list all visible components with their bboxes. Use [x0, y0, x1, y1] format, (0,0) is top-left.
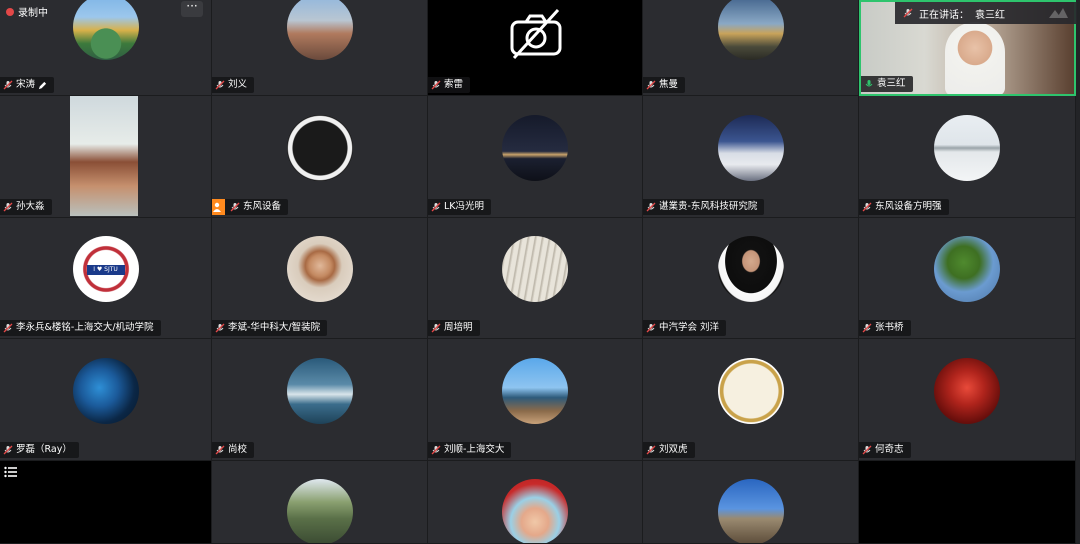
- participant-tile[interactable]: 刘双虎: [643, 339, 859, 461]
- mic-muted-icon: [3, 445, 13, 455]
- participant-tile[interactable]: [0, 461, 212, 544]
- avatar: [72, 0, 139, 60]
- participant-tile[interactable]: [428, 461, 643, 544]
- camera-off-icon: [510, 8, 562, 60]
- participant-tile[interactable]: LK冯光明: [428, 96, 643, 218]
- participant-name-tag: 张书桥: [859, 320, 911, 336]
- participant-name-tag: 索雷: [428, 77, 471, 93]
- expand-icon[interactable]: [1047, 6, 1069, 20]
- avatar: [502, 236, 568, 302]
- participant-name-tag: 中汽学会 刘洋: [643, 320, 727, 336]
- mic-muted-icon: [862, 445, 872, 455]
- participant-name-tag: 焦曼: [643, 77, 686, 93]
- participant-name-tag: 刘义: [212, 77, 255, 93]
- mic-muted-icon: [431, 202, 441, 212]
- avatar: [502, 115, 568, 181]
- mic-muted-icon: [431, 323, 441, 333]
- mic-muted-icon: [230, 202, 240, 212]
- avatar: [286, 0, 353, 60]
- participant-tile[interactable]: 孙大淼: [0, 96, 212, 218]
- participant-tile[interactable]: [643, 461, 859, 544]
- avatar: [717, 236, 784, 302]
- mic-muted-icon: [215, 445, 225, 455]
- participant-tile[interactable]: 中汽学会 刘洋: [643, 218, 859, 339]
- participant-tile[interactable]: [859, 461, 1076, 544]
- participant-tile[interactable]: 焦曼: [643, 0, 859, 96]
- pencil-icon: [38, 81, 47, 89]
- mic-muted-icon: [646, 445, 656, 455]
- mic-muted-icon: [862, 323, 872, 333]
- mic-active-icon: [865, 80, 873, 87]
- avatar: [502, 479, 568, 543]
- participant-tile[interactable]: 李斌-华中科大/智装院: [212, 218, 428, 339]
- participant-tile[interactable]: 罗磊（Ray）: [0, 339, 212, 461]
- avatar: [717, 0, 784, 60]
- participant-tile[interactable]: 尚校: [212, 339, 428, 461]
- mic-muted-icon: [431, 445, 441, 455]
- participant-tile[interactable]: [212, 461, 428, 544]
- video-grid: 录制中 ··· 宋涛 刘义 索雷 焦曼 袁三红 孙大淼 东风设备 LK冯光明 谌…: [0, 0, 1080, 544]
- participant-name-tag: 孙大淼: [0, 199, 52, 215]
- mic-muted-icon: [646, 202, 656, 212]
- participant-tile[interactable]: 录制中 ··· 宋涛: [0, 0, 212, 96]
- participant-tile[interactable]: 周培明: [428, 218, 643, 339]
- mic-muted-icon: [646, 323, 656, 333]
- avatar: [502, 358, 568, 424]
- participant-tile[interactable]: 刘义: [212, 0, 428, 96]
- participant-name-tag: 尚校: [212, 442, 255, 458]
- mic-muted-icon: [3, 202, 13, 212]
- participant-tile[interactable]: 刘顺-上海交大: [428, 339, 643, 461]
- participant-tile[interactable]: 索雷: [428, 0, 643, 96]
- participant-name-tag: 东风设备: [212, 199, 289, 215]
- avatar: [934, 115, 1000, 181]
- participant-name-tag: 李斌-华中科大/智装院: [212, 320, 328, 336]
- mic-muted-icon: [862, 202, 872, 212]
- participant-name-tag: 宋涛: [0, 77, 55, 93]
- avatar: [717, 115, 784, 181]
- mic-muted-icon: [3, 80, 13, 90]
- participant-name-tag: 谌業贵-东风科技研究院: [643, 199, 765, 215]
- avatar: [72, 358, 139, 424]
- participant-name-tag: 周培明: [428, 320, 480, 336]
- participant-tile[interactable]: 东风设备方明强: [859, 96, 1076, 218]
- mic-muted-icon: [215, 80, 225, 90]
- avatar: [286, 115, 353, 181]
- avatar: [286, 358, 353, 424]
- avatar: [286, 479, 353, 543]
- video-feed: [945, 22, 1005, 94]
- recording-indicator[interactable]: 录制中: [6, 4, 48, 19]
- avatar: [934, 358, 1000, 424]
- participant-name-tag: 东风设备方明强: [859, 199, 949, 215]
- participant-tile[interactable]: 东风设备: [212, 96, 428, 218]
- video-feed: [70, 96, 138, 216]
- avatar: [934, 236, 1000, 302]
- participant-name-tag: LK冯光明: [428, 199, 492, 215]
- participant-tile[interactable]: I ♥ SJTU 李永兵&楼铭-上海交大/机动学院: [0, 218, 212, 339]
- mic-muted-icon: [646, 80, 656, 90]
- mic-muted-icon: [215, 323, 225, 333]
- participant-list-icon[interactable]: [4, 466, 18, 478]
- participant-name-tag: 何奇志: [859, 442, 911, 458]
- mic-muted-icon: [431, 80, 441, 90]
- participant-tile[interactable]: 何奇志: [859, 339, 1076, 461]
- avatar: I ♥ SJTU: [72, 236, 139, 302]
- participant-name-tag: 刘顺-上海交大: [428, 442, 512, 458]
- participant-name-tag: 罗磊（Ray）: [0, 442, 79, 458]
- sjtu-logo-text: I ♥ SJTU: [86, 265, 125, 275]
- avatar: [286, 236, 353, 302]
- avatar: [717, 479, 784, 543]
- participant-name-tag: 李永兵&楼铭-上海交大/机动学院: [0, 320, 161, 336]
- participant-name-tag: 刘双虎: [643, 442, 695, 458]
- mic-muted-icon: [3, 323, 13, 333]
- mic-muted-icon: [903, 8, 913, 18]
- participant-tile[interactable]: 张书桥: [859, 218, 1076, 339]
- participant-name-tag: 袁三红: [861, 76, 913, 92]
- host-icon: [212, 199, 225, 215]
- more-options-button[interactable]: ···: [181, 0, 203, 17]
- avatar: [717, 358, 784, 424]
- record-icon: [6, 7, 14, 16]
- active-speaker-banner: 正在讲话： 袁三红: [895, 2, 1077, 24]
- participant-tile[interactable]: 谌業贵-东风科技研究院: [643, 96, 859, 218]
